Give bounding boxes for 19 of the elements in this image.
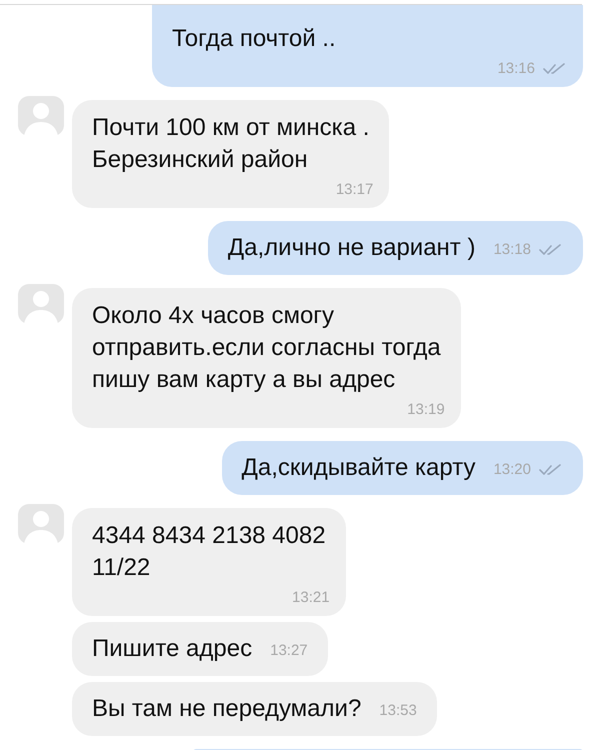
avatar-icon[interactable] — [18, 284, 64, 324]
avatar-icon[interactable] — [18, 504, 64, 544]
message-time: 13:18 — [493, 240, 531, 260]
message-text: 4344 8434 2138 4082 11/22 — [92, 521, 326, 583]
message-text: Около 4х часов смогу отправить.если согласны тогда пишу вам карту а вы адрес — [92, 301, 441, 395]
avatar-icon[interactable] — [18, 96, 64, 136]
message-text: Вы там не передумали? — [92, 694, 362, 724]
message-text: Да,скидывайте карту — [242, 453, 476, 483]
message-text: Почти 100 км от минска . Березинский район — [92, 113, 370, 175]
message-time: 13:27 — [270, 640, 308, 660]
message-time: 13:53 — [379, 700, 417, 720]
message-time: 13:19 — [407, 400, 445, 420]
message-time: 13:17 — [336, 180, 374, 200]
message-text: Тогда почтой .. — [172, 24, 337, 54]
message-time: 13:16 — [497, 59, 535, 79]
message-time: 13:21 — [292, 588, 330, 608]
message-text: Пишите адрес — [92, 634, 252, 664]
message-time: 13:20 — [493, 460, 531, 480]
message-text: Да,лично не вариант ) — [228, 233, 476, 263]
